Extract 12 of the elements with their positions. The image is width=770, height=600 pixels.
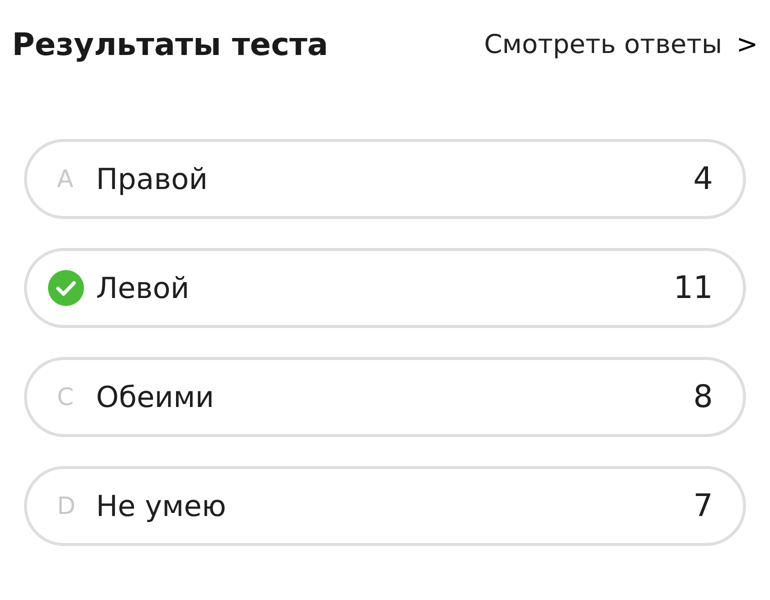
chevron-icon[interactable]: > xyxy=(736,30,758,60)
vote-count: 11 xyxy=(674,270,713,306)
vote-count: 4 xyxy=(693,161,713,197)
page-title: Результаты теста xyxy=(12,27,328,63)
answer-option[interactable]: Левой 11 xyxy=(24,248,746,328)
vote-count: 7 xyxy=(693,488,713,524)
option-label: Обеими xyxy=(96,380,216,414)
vote-count: 8 xyxy=(693,379,713,415)
option-label: Не умею xyxy=(96,489,228,523)
option-label: Правой xyxy=(96,162,209,196)
option-label: Левой xyxy=(96,271,190,305)
view-answers-link[interactable]: Смотреть ответы xyxy=(484,30,722,60)
